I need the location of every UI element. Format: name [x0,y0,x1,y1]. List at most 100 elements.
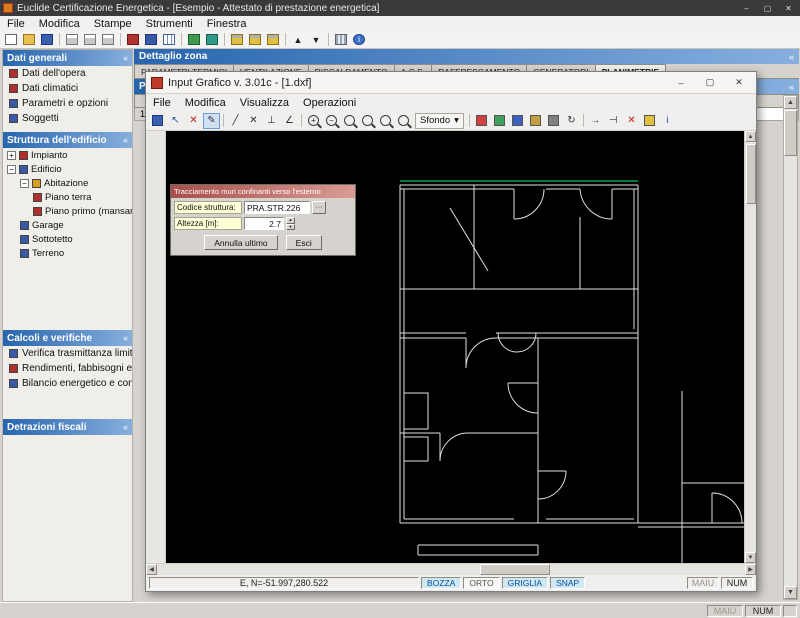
menu-stampe[interactable]: Stampe [87,16,139,31]
maximize-icon[interactable]: ▢ [759,1,776,15]
cad-title-bar[interactable]: Input Grafico v. 3.01c - [1.dxf] – ▢ ✕ [146,72,756,94]
layer-dxf-toggle-icon[interactable] [545,113,562,129]
collapse-chevron-icon[interactable]: « [123,53,128,63]
zoom-out-icon[interactable]: − [323,113,340,129]
expand-icon[interactable]: + [7,150,16,160]
stamp-export-icon[interactable] [265,33,281,47]
cad-delete-icon[interactable]: ✕ [185,113,202,129]
menu-modifica[interactable]: Modifica [32,16,87,31]
main-vertical-scrollbar[interactable]: ▲ ▼ [783,95,798,600]
archive-blue-icon[interactable] [143,33,159,47]
measure-icon[interactable] [641,113,658,129]
open-folder-icon[interactable] [21,33,37,47]
cad-line-icon[interactable]: ╱ [227,113,244,129]
cad-draw-wall-icon[interactable]: ✎ [203,112,220,129]
print-icon[interactable] [64,33,80,47]
refresh-icon[interactable]: ↻ [563,113,580,129]
move-down-icon[interactable]: ▼ [308,33,324,47]
tree-item-piano-primo[interactable]: Piano primo (mansarda) [3,204,132,218]
move-up-icon[interactable]: ▲ [290,33,306,47]
zoom-extents-icon[interactable] [359,113,376,129]
cad-angle-icon[interactable]: ∠ [281,113,298,129]
save-icon[interactable] [39,33,55,47]
cad-horizontal-scrollbar[interactable]: ◀ ▶ [146,563,756,575]
scroll-left-icon[interactable]: ◀ [146,564,157,575]
codice-struttura-field[interactable]: PRA.STR.226 [244,201,310,214]
results-icon[interactable] [204,33,220,47]
esci-button[interactable]: Esci [285,235,322,250]
stamp-report-icon[interactable] [247,33,263,47]
print-preview-icon[interactable] [82,33,98,47]
sidebar-item-soggetti[interactable]: Soggetti [3,111,132,126]
extend-icon[interactable]: → [587,113,604,129]
snap-toggle[interactable]: SNAP [550,577,586,589]
scroll-up-icon[interactable]: ▲ [784,96,797,109]
scroll-right-icon[interactable]: ▶ [745,564,756,575]
tree-item-edificio[interactable]: − Edificio [3,162,132,176]
tables-icon[interactable] [161,33,177,47]
altezza-field[interactable]: 2.7 [244,217,284,230]
sfondo-dropdown[interactable]: Sfondo ▾ [415,112,464,129]
sidebar-item-dati-climatici[interactable]: Dati climatici [3,81,132,96]
menu-finestra[interactable]: Finestra [200,16,254,31]
layer-areas-toggle-icon[interactable] [491,113,508,129]
annulla-ultimo-button[interactable]: Annulla ultimo [204,235,278,250]
print-setup-icon[interactable] [100,33,116,47]
cad-menu-file[interactable]: File [146,94,178,111]
tree-item-sottotetto[interactable]: Sottotetto [3,232,132,246]
menu-file[interactable]: File [0,16,32,31]
cad-perpendicular-icon[interactable]: ⊥ [263,113,280,129]
scroll-down-icon[interactable]: ▼ [784,586,797,599]
cad-save-icon[interactable] [149,113,166,129]
pan-icon[interactable] [395,113,412,129]
layer-labels-toggle-icon[interactable] [509,113,526,129]
cad-menu-visualizza[interactable]: Visualizza [233,94,296,111]
minimize-icon[interactable]: – [738,1,755,15]
sidebar-item-bilancio[interactable]: Bilancio energetico e consumi [3,376,132,391]
sidebar-item-parametri[interactable]: Parametri e opzioni [3,96,132,111]
archive-red-icon[interactable] [125,33,141,47]
scrollbar-thumb[interactable] [784,110,797,156]
scrollbar-track[interactable] [157,564,745,575]
collapse-icon[interactable]: − [7,164,16,174]
cad-intersect-icon[interactable]: ✕ [245,113,262,129]
collapse-icon[interactable]: − [20,178,29,188]
sidebar-item-rendimenti[interactable]: Rendimenti, fabbisogni ed EP [3,361,132,376]
zoom-window-icon[interactable] [341,113,358,129]
dialog-title-bar[interactable]: Tracciamento muri confinanti verso l'est… [171,185,355,198]
collapse-chevron-icon[interactable]: « [123,333,128,343]
tree-item-garage[interactable]: Garage [3,218,132,232]
tree-item-abitazione[interactable]: − Abitazione [3,176,132,190]
cad-menu-modifica[interactable]: Modifica [178,94,233,111]
calc-icon[interactable] [186,33,202,47]
scrollbar-thumb[interactable] [745,144,756,204]
section-header-calcoli[interactable]: Calcoli e verifiche « [3,330,132,346]
browse-structure-button[interactable]: ··· [312,201,326,214]
section-header-dati-generali[interactable]: Dati generali « [3,50,132,66]
resize-grip[interactable] [783,604,797,617]
erase-icon[interactable]: ✕ [623,113,640,129]
layer-walls-toggle-icon[interactable] [473,113,490,129]
scroll-down-icon[interactable]: ▼ [745,552,756,563]
new-document-icon[interactable] [3,33,19,47]
info-icon[interactable]: i [351,33,367,47]
stamp-certificate-icon[interactable] [229,33,245,47]
cad-maximize-icon[interactable]: ▢ [698,74,722,92]
zoom-in-icon[interactable]: + [305,113,322,129]
drawing-canvas[interactable]: Tracciamento muri confinanti verso l'est… [166,131,744,563]
tree-item-piano-terra[interactable]: Piano terra [3,190,132,204]
cad-info-icon[interactable]: i [659,113,676,129]
tree-item-impianto[interactable]: + Impianto [3,148,132,162]
cad-close-icon[interactable]: ✕ [727,74,751,92]
scroll-up-icon[interactable]: ▲ [745,131,756,142]
cad-menu-operazioni[interactable]: Operazioni [296,94,363,111]
cad-minimize-icon[interactable]: – [669,74,693,92]
cad-select-icon[interactable]: ↖ [167,113,184,129]
close-icon[interactable]: ✕ [780,1,797,15]
layer-openings-toggle-icon[interactable] [527,113,544,129]
sidebar-item-dati-opera[interactable]: Dati dell'opera [3,66,132,81]
trim-icon[interactable]: ⊣ [605,113,622,129]
bozza-toggle[interactable]: BOZZA [421,577,462,589]
altezza-spinner[interactable]: ▲ ▼ [286,217,295,230]
orto-toggle[interactable]: ORTO [463,577,500,589]
